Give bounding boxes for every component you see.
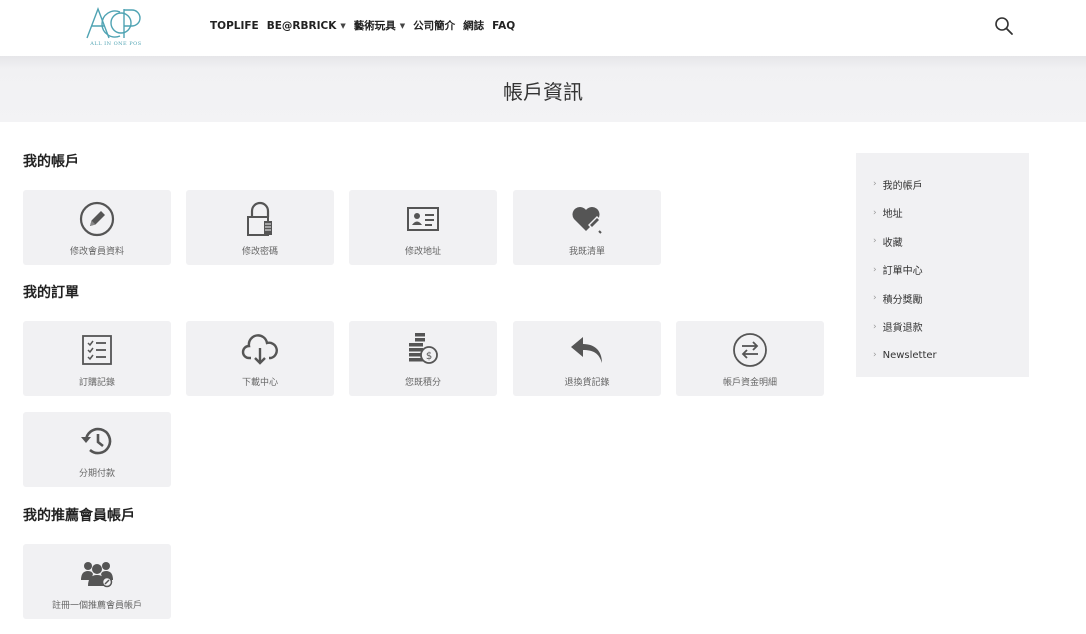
chevron-right-icon: › [873,293,877,304]
tile-label: 修改密碼 [241,247,278,257]
sidebar-item-favorites[interactable]: › 收藏 [856,227,1029,256]
tile-funds[interactable]: 帳戶資金明細 [676,321,824,396]
tile-downloads[interactable]: 下載中心 [186,321,334,396]
tile-edit-address[interactable]: 修改地址 [349,190,497,265]
site-header: ALL IN ONE POS TOPLIFE BE@RBRICK ▼ 藝術玩具 ▼ … [0,0,1086,56]
sidebar-item-refunds[interactable]: › 退貨退款 [856,313,1029,342]
tile-change-password[interactable]: 修改密碼 [186,190,334,265]
tile-label: 我既清單 [568,247,605,257]
nav-item-toplife[interactable]: TOPLIFE [210,20,259,32]
tile-installments[interactable]: 分期付款 [23,412,171,487]
nav-item-faq[interactable]: FAQ [492,20,515,32]
tile-edit-profile[interactable]: 修改會員資料 [23,190,171,265]
logo-text: ALL IN ONE POS [90,41,142,47]
heart-pencil-icon [513,201,661,237]
tile-label: 分期付款 [78,469,115,479]
address-card-icon [349,201,497,237]
tile-points[interactable]: $ 您既積分 [349,321,497,396]
chevron-right-icon: › [873,321,877,332]
nav-item-art-toys[interactable]: 藝術玩具 ▼ [354,18,405,33]
caret-down-icon: ▼ [340,21,346,30]
coins-stack-icon: $ [349,332,497,368]
exchange-circle-icon [676,332,824,368]
section-title-referral: 我的推薦會員帳戶 [23,508,135,524]
chevron-right-icon: › [873,264,877,275]
main-nav: TOPLIFE BE@RBRICK ▼ 藝術玩具 ▼ 公司簡介 網誌 FAQ [210,18,523,33]
site-logo[interactable]: ALL IN ONE POS [80,6,152,50]
chevron-right-icon: › [873,179,877,190]
page-title: 帳戶資訊 [503,80,583,104]
account-sidebar: › 我的帳戶 › 地址 › 收藏 › 訂單中心 › 積分獎勵 › 退貨退款 › Newslet… [856,153,1029,377]
tile-label: 修改會員資料 [69,247,124,257]
tile-wishlist[interactable]: 我既清單 [513,190,661,265]
caret-down-icon: ▼ [399,21,406,30]
nav-item-blog[interactable]: 網誌 [463,18,484,33]
pencil-circle-icon [23,201,171,237]
sidebar-item-address[interactable]: › 地址 [856,199,1029,228]
nav-item-bearbrick[interactable]: BE@RBRICK ▼ [267,20,346,32]
tile-label: 您既積分 [404,378,441,388]
tile-label: 註冊一個推薦會員帳戶 [51,601,142,611]
nav-item-about[interactable]: 公司簡介 [413,18,455,33]
lock-icon [186,201,334,237]
chevron-right-icon: › [873,236,877,247]
section-title-orders: 我的訂單 [23,285,79,301]
tile-label: 退換貨記錄 [564,378,610,388]
tile-register-referral[interactable]: 註冊一個推薦會員帳戶 [23,544,171,619]
tile-label: 帳戶資金明細 [722,378,777,388]
tile-label: 訂購記錄 [78,378,115,388]
logo-mark-icon [86,7,141,39]
sidebar-item-newsletter[interactable]: › Newsletter [856,341,1029,370]
chevron-right-icon: › [873,350,877,361]
svg-text:$: $ [426,351,432,362]
tile-label: 修改地址 [404,247,441,257]
page-banner: 帳戶資訊 [0,56,1086,122]
sidebar-item-orders[interactable]: › 訂單中心 [856,256,1029,285]
sidebar-item-rewards[interactable]: › 積分獎勵 [856,284,1029,313]
chevron-right-icon: › [873,207,877,218]
section-title-account: 我的帳戶 [23,154,79,170]
cloud-download-icon [186,332,334,368]
reply-arrow-icon [513,332,661,368]
tile-order-history[interactable]: 訂購記錄 [23,321,171,396]
tile-returns[interactable]: 退換貨記錄 [513,321,661,396]
tile-label: 下載中心 [241,378,278,388]
sidebar-item-my-account[interactable]: › 我的帳戶 [856,170,1029,199]
history-icon [23,423,171,459]
checklist-icon [23,332,171,368]
search-icon[interactable] [994,16,1014,36]
users-icon [23,555,171,591]
